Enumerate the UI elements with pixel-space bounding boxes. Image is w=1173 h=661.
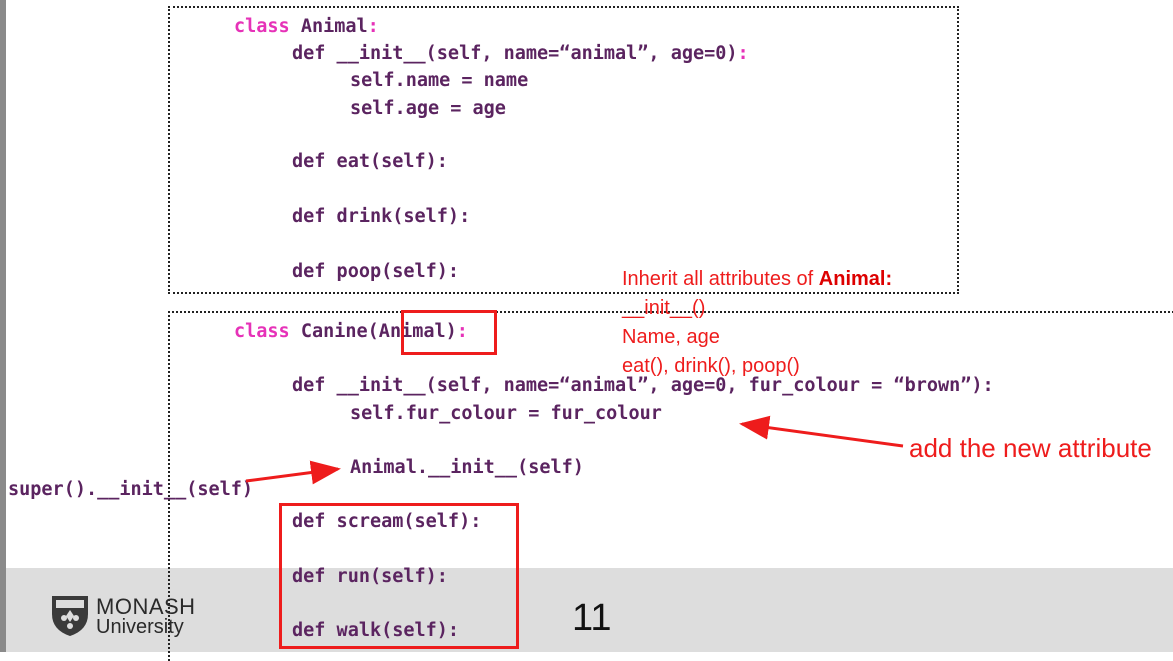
annotation-arrows: [245, 415, 904, 485]
new-attribute-arrow: [739, 415, 904, 448]
monash-logo: MONASH University: [48, 592, 208, 642]
super-call-arrow: [245, 460, 341, 485]
page-number: 11: [572, 597, 612, 639]
monash-shield-icon: [52, 596, 88, 636]
logo-university: University: [96, 616, 184, 638]
